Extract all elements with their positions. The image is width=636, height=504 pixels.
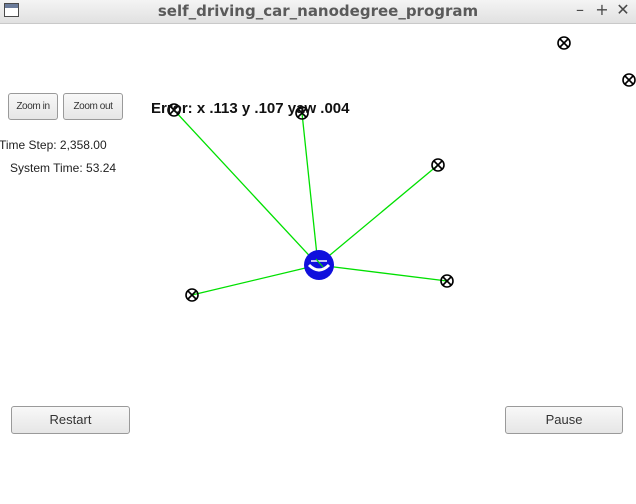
landmark-icon <box>431 158 445 172</box>
observation-line <box>301 112 319 266</box>
landmarks <box>167 36 636 302</box>
landmark-icon <box>557 36 571 50</box>
vehicle-icon <box>304 250 334 280</box>
system-time-label: System Time: 53.24 <box>10 161 117 175</box>
observation-line <box>317 264 448 282</box>
app-window: self_driving_car_nanodegree_program – + … <box>0 0 636 504</box>
pause-button[interactable]: Pause <box>505 406 623 434</box>
observation-line <box>173 109 319 266</box>
window-title: self_driving_car_nanodegree_program <box>157 2 479 20</box>
error-label: Error: x .113 y .107 yaw .004 <box>151 100 350 117</box>
restart-button[interactable]: Restart <box>11 406 130 434</box>
observation-line <box>191 264 319 296</box>
landmark-icon <box>185 288 199 302</box>
close-icon[interactable]: ✕ <box>615 1 631 19</box>
zoom-in-button[interactable]: Zoom in <box>8 93 58 120</box>
landmark-icon <box>622 73 636 87</box>
minimize-icon[interactable]: – <box>572 1 588 19</box>
maximize-icon[interactable]: + <box>594 1 610 19</box>
zoom-out-button[interactable]: Zoom out <box>63 93 123 120</box>
time-step-label: Time Step: 2,358.00 <box>0 138 107 152</box>
observation-line <box>317 164 439 266</box>
title-bar[interactable]: self_driving_car_nanodegree_program – + … <box>0 0 636 24</box>
